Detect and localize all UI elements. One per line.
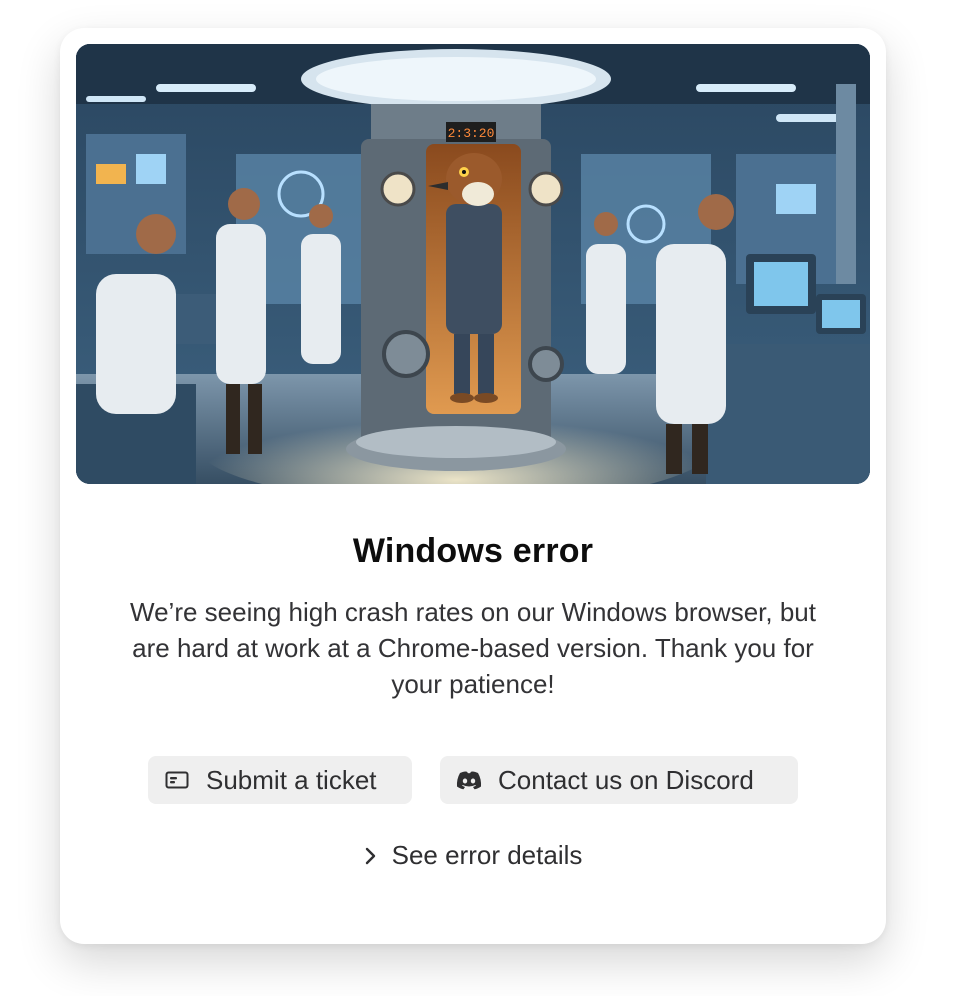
error-title: Windows error [352, 532, 594, 570]
submit-ticket-button[interactable]: Submit a ticket [148, 756, 412, 804]
error-dialog: 2:3:20 Windows error We’re seeing high c… [60, 28, 886, 944]
error-description: We’re seeing high crash rates on our Win… [130, 597, 816, 699]
submit-ticket-label: Submit a ticket [206, 764, 377, 795]
contact-discord-label: Contact us on Discord [498, 764, 754, 795]
discord-icon [456, 767, 482, 793]
svg-text:2:3:20: 2:3:20 [448, 126, 495, 141]
ticket-icon [164, 767, 190, 793]
contact-discord-button[interactable]: Contact us on Discord [440, 756, 798, 804]
see-error-details-toggle[interactable]: See error details [60, 840, 886, 871]
hero-illustration: 2:3:20 [76, 44, 870, 484]
see-error-details-label: See error details [391, 840, 583, 870]
chevron-right-icon [364, 845, 384, 867]
